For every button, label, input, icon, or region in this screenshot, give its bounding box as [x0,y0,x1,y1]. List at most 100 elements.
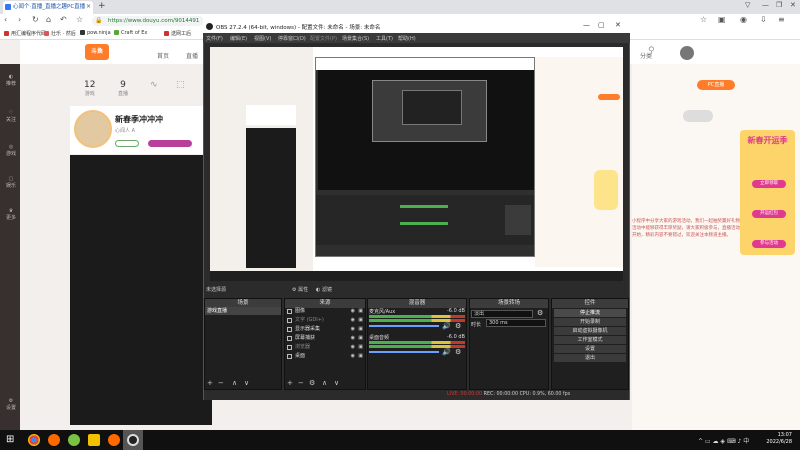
lock-icon[interactable]: ▣ [358,325,363,334]
app-icon[interactable] [88,434,100,446]
lock-icon[interactable]: ▣ [358,343,363,352]
activity-icon[interactable]: ∿ [150,80,158,90]
properties-button[interactable]: ⚙ 属性 [292,286,308,293]
account-icon[interactable]: ◉ [740,15,747,24]
source-item[interactable]: 图像 ◉ ▣ [287,307,365,316]
visibility-icon[interactable]: ◉ [351,334,355,343]
star-bookmark-icon[interactable]: ☆ [700,15,707,24]
back-icon[interactable]: ‹ [4,15,7,24]
app-icon[interactable] [48,434,60,446]
nav-live[interactable]: 直播 [186,51,198,60]
mixer-gear-icon[interactable]: ⚙ [455,322,461,330]
obs-taskbar-icon[interactable] [127,434,139,446]
app-icon[interactable] [108,434,120,446]
menu-file[interactable]: 文件(F) [206,35,223,42]
volume-slider[interactable] [369,325,439,327]
action-button[interactable] [683,110,713,122]
lock-icon[interactable]: ▣ [358,334,363,343]
exit-button[interactable]: 退出 [554,354,626,362]
lock-icon[interactable]: ▣ [358,352,363,361]
volume-slider[interactable] [369,351,439,353]
lock-icon[interactable]: ▣ [358,316,363,325]
visibility-icon[interactable]: ◉ [351,352,355,361]
star-icon[interactable]: ☆ [76,15,83,24]
source-item[interactable]: 桌面 ◉ ▣ [287,352,365,361]
menu-docks[interactable]: 停靠窗口(D) [278,35,306,42]
follow-badge[interactable] [115,140,139,147]
user-avatar[interactable] [680,46,694,60]
refresh-icon[interactable]: ↻ [32,15,39,24]
move-up-icon[interactable]: ∧ [232,379,237,387]
studio-mode-button[interactable]: 工作室模式 [554,336,626,344]
location-icon[interactable]: ⚲ [648,46,655,56]
minimize-button[interactable]: — [762,1,769,9]
system-tray[interactable]: ^ ▭ ☁ ◈ ⌨ ♪ 中 [698,436,749,445]
filters-button[interactable]: ◐ 滤镜 [316,286,332,293]
video-player[interactable] [70,155,212,425]
bookmark-item[interactable]: Craft of Ex [114,30,147,36]
lock-icon[interactable]: ▣ [358,307,363,316]
bookmark-item[interactable]: 壮乐 · 然后 [44,30,76,37]
gift-icon[interactable]: ⬚ [176,80,185,90]
menu-scene-collection[interactable]: 场景集合(S) [342,35,369,42]
source-item[interactable]: 浏览器 ◉ ▣ [287,343,365,352]
chrome-icon[interactable] [28,434,40,446]
new-tab-button[interactable]: + [98,1,106,11]
transition-gear-icon[interactable]: ⚙ [537,309,543,317]
transition-select[interactable]: 淡出 [471,310,533,318]
windows-start-icon[interactable]: ⊞ [6,434,14,445]
downloads-icon[interactable]: ⇩ [760,15,767,24]
visibility-icon[interactable]: ◉ [351,316,355,325]
promo-button[interactable]: 参与活动 [752,240,786,248]
source-down-icon[interactable]: ∨ [334,379,339,387]
pc-live-button[interactable]: PC直播 [697,80,735,90]
obs-close-button[interactable]: ✕ [615,21,621,29]
sidebar-item-fun[interactable]: ▢ 娱乐 [4,176,18,189]
add-scene-icon[interactable]: + [207,379,213,387]
add-source-icon[interactable]: + [287,379,293,387]
obs-maximize-button[interactable]: ▢ [598,21,605,29]
obs-minimize-button[interactable]: — [583,21,590,29]
sidebar-item-game[interactable]: ◎ 游戏 [4,144,18,157]
browser-tab[interactable]: 心闻个·直播_直播之趣PC直播 [3,1,93,14]
bookmark-item[interactable]: 送网工后 [164,30,191,37]
sidebar-item-recommend[interactable]: ◐ 推荐 [4,74,18,87]
remove-source-icon[interactable]: − [298,379,304,387]
menu-profile[interactable]: 配置文件(P) [310,35,337,42]
move-down-icon[interactable]: ∨ [244,379,249,387]
menu-help[interactable]: 帮助(H) [398,35,416,42]
duration-input[interactable]: 300 ms [486,319,546,327]
start-recording-button[interactable]: 开始录制 [554,318,626,326]
source-item[interactable]: 文字 (GDI+) ◉ ▣ [287,316,365,325]
browser-menu-icon[interactable]: ▽ [745,1,750,9]
scene-item[interactable]: 游戏直播 [205,307,281,315]
source-up-icon[interactable]: ∧ [322,379,327,387]
speaker-icon[interactable]: 🔊 [442,322,451,330]
sidebar-item-settings[interactable]: ⚙ 设置 [4,398,18,411]
address-bar[interactable]: https://www.douyu.com/9014491 [92,16,204,26]
streamer-avatar[interactable] [74,110,112,148]
visibility-icon[interactable]: ◉ [351,307,355,316]
streamer-name[interactable]: 新春季冲冲冲 [115,114,163,125]
source-properties-icon[interactable]: ⚙ [309,379,315,387]
speaker-icon[interactable]: 🔊 [442,348,451,356]
bookmark-item[interactable]: 用汇编程序代码 [4,30,46,37]
clock[interactable]: 13:07 2022/6/28 [752,432,792,446]
bookmark-item[interactable]: pow.ninja [80,30,111,36]
remove-scene-icon[interactable]: − [218,379,224,387]
promo-button[interactable]: 开运红包 [752,210,786,218]
promo-button[interactable]: 立即领取 [752,180,786,188]
close-browser-button[interactable]: ✕ [790,1,796,9]
menu-tools[interactable]: 工具(T) [376,35,393,42]
source-item[interactable]: 显示器采集 ◉ ▣ [287,325,365,334]
close-tab-icon[interactable]: × [86,3,91,10]
home-icon[interactable]: ⌂ [46,15,51,24]
nav-home[interactable]: 首页 [157,51,169,60]
source-item[interactable]: 屏幕捕获 ◉ ▣ [287,334,365,343]
forward-icon[interactable]: › [18,15,21,24]
promo-banner[interactable] [740,130,795,255]
menu-edit[interactable]: 编辑(E) [230,35,247,42]
maximize-button[interactable]: ❐ [776,1,782,9]
visibility-icon[interactable]: ◉ [351,325,355,334]
visibility-icon[interactable]: ◉ [351,343,355,352]
